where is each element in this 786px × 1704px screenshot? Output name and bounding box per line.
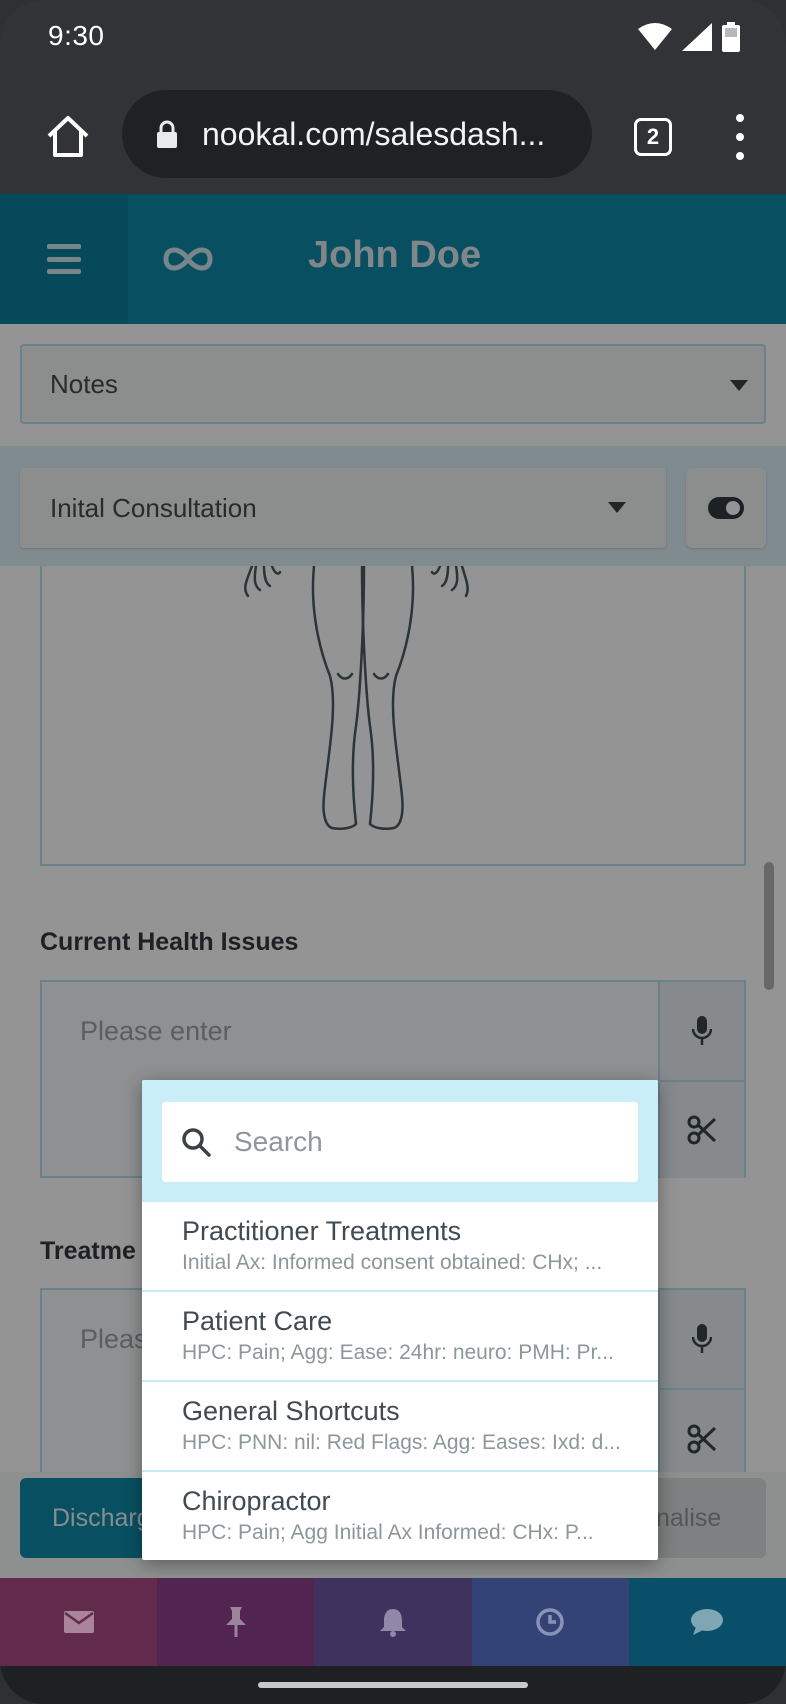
popup-item-general-shortcuts[interactable]: General Shortcuts HPC: PNN: nil: Red Fla… bbox=[142, 1382, 658, 1472]
signal-icon bbox=[682, 23, 712, 51]
search-box[interactable] bbox=[162, 1102, 638, 1182]
nav-pin[interactable] bbox=[157, 1578, 315, 1666]
status-time: 9:30 bbox=[48, 20, 105, 51]
mail-icon bbox=[63, 1611, 94, 1633]
clock-icon bbox=[536, 1608, 564, 1636]
bell-icon bbox=[380, 1609, 406, 1637]
browser-menu-icon[interactable] bbox=[730, 114, 750, 160]
popup-item-title: Patient Care bbox=[182, 1306, 333, 1336]
scrollbar[interactable] bbox=[764, 862, 774, 990]
popup-item-title: Chiropractor bbox=[182, 1486, 331, 1516]
shortcut-picker-popup: Practitioner Treatments Initial Ax: Info… bbox=[142, 1080, 658, 1560]
popup-item-practitioner-treatments[interactable]: Practitioner Treatments Initial Ax: Info… bbox=[142, 1202, 658, 1292]
home-gesture-handle[interactable] bbox=[258, 1682, 528, 1688]
tab-switcher-button[interactable]: 2 bbox=[634, 118, 672, 156]
popup-item-subtitle: Initial Ax: Informed consent obtained: C… bbox=[182, 1251, 603, 1274]
nav-chat[interactable] bbox=[628, 1578, 786, 1666]
popup-item-subtitle: HPC: PNN: nil: Red Flags: Agg: Eases: Ix… bbox=[182, 1431, 621, 1454]
popup-item-chiropractor[interactable]: Chiropractor HPC: Pain; Agg Initial Ax I… bbox=[142, 1472, 658, 1560]
browser-toolbar: nookal.com/salesdash... 2 bbox=[0, 76, 786, 194]
popup-item-subtitle: HPC: Pain; Agg Initial Ax Informed: CHx:… bbox=[182, 1521, 594, 1544]
nav-history[interactable] bbox=[471, 1578, 629, 1666]
popup-item-patient-care[interactable]: Patient Care HPC: Pain; Agg: Ease: 24hr:… bbox=[142, 1292, 658, 1382]
pin-icon bbox=[225, 1607, 246, 1637]
url-text: nookal.com/salesdash... bbox=[202, 115, 546, 152]
nav-mail[interactable] bbox=[0, 1578, 158, 1666]
search-icon bbox=[182, 1128, 211, 1157]
chat-icon bbox=[691, 1609, 724, 1635]
popup-item-title: General Shortcuts bbox=[182, 1396, 400, 1426]
status-bar: 9:30 bbox=[0, 0, 786, 76]
bottom-nav bbox=[0, 1578, 786, 1666]
search-input[interactable] bbox=[234, 1126, 614, 1158]
status-icons bbox=[638, 22, 740, 52]
url-bar[interactable]: nookal.com/salesdash... bbox=[122, 90, 592, 178]
nav-notifications[interactable] bbox=[314, 1578, 472, 1666]
lock-icon bbox=[157, 120, 177, 148]
phone-screen: 9:30 nookal.com/salesdash... 2 John Doe … bbox=[0, 0, 786, 1704]
popup-item-title: Practitioner Treatments bbox=[182, 1216, 462, 1246]
popup-search-area bbox=[142, 1080, 658, 1202]
app-viewport: John Doe Notes Inital Consultation Curre… bbox=[0, 194, 786, 1578]
wifi-icon bbox=[638, 23, 672, 50]
home-icon[interactable] bbox=[44, 112, 92, 160]
popup-item-subtitle: HPC: Pain; Agg: Ease: 24hr: neuro: PMH: … bbox=[182, 1341, 614, 1364]
battery-icon bbox=[722, 22, 740, 52]
gesture-bar bbox=[0, 1666, 786, 1704]
